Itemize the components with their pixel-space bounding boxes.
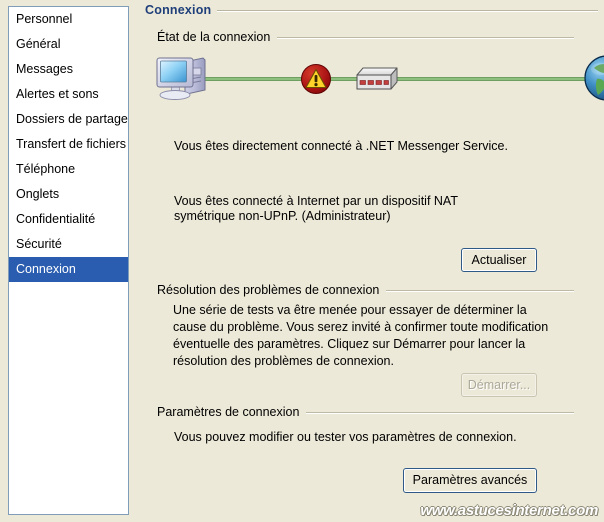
page-title-row: Connexion [145, 2, 598, 18]
sidebar-item-general[interactable]: Général [9, 32, 128, 57]
sidebar-item-onglets[interactable]: Onglets [9, 182, 128, 207]
connection-diagram [155, 48, 604, 106]
group-label-resolution-problemes: Résolution des problèmes de connexion [157, 283, 380, 297]
sidebar-item-connexion[interactable]: Connexion [9, 257, 128, 282]
group-header-resolution-problemes: Résolution des problèmes de connexion [157, 283, 574, 297]
sidebar-item-label: Alertes et sons [16, 87, 99, 101]
settings-category-list[interactable]: Personnel Général Messages Alertes et so… [8, 6, 129, 515]
group-header-parametres-connexion: Paramètres de connexion [157, 405, 574, 419]
nat-description-text: Vous êtes connecté à Internet par un dis… [174, 194, 458, 223]
link-computer-to-warning [201, 77, 305, 81]
sidebar-item-label: Dossiers de partage [16, 112, 128, 126]
globe-icon [584, 55, 604, 101]
sidebar-item-label: Connexion [16, 262, 76, 276]
sidebar-item-telephone[interactable]: Téléphone [9, 157, 128, 182]
group-label-parametres-connexion: Paramètres de connexion [157, 405, 300, 419]
troubleshooting-description-text: Une série de tests va être menée pour es… [173, 303, 549, 368]
sidebar-item-label: Personnel [16, 12, 73, 26]
connection-status-text: Vous êtes directement connecté à .NET Me… [174, 139, 508, 153]
refresh-button[interactable]: Actualiser [461, 248, 537, 272]
settings-description-text: Vous pouvez modifier ou tester vos param… [174, 430, 517, 444]
sidebar-item-label: Confidentialité [16, 212, 96, 226]
title-divider [217, 9, 598, 11]
router-icon [356, 67, 398, 90]
group-divider [306, 411, 574, 413]
sidebar-item-label: Transfert de fichiers [16, 137, 126, 151]
sidebar-item-dossiers-de-partage[interactable]: Dossiers de partage [9, 107, 128, 132]
sidebar-item-transfert-de-fichiers[interactable]: Transfert de fichiers [9, 132, 128, 157]
group-header-etat-connexion: État de la connexion [157, 30, 574, 44]
sidebar-item-label: Sécurité [16, 237, 62, 251]
sidebar-item-messages[interactable]: Messages [9, 57, 128, 82]
sidebar-item-label: Général [16, 37, 61, 51]
sidebar-item-confidentialite[interactable]: Confidentialité [9, 207, 128, 232]
warning-icon [301, 64, 331, 94]
group-divider [277, 36, 574, 38]
sidebar-item-label: Téléphone [16, 162, 76, 176]
start-button[interactable]: Démarrer... [461, 373, 537, 397]
page-title: Connexion [145, 3, 212, 17]
sidebar-item-label: Onglets [16, 187, 60, 201]
advanced-settings-button[interactable]: Paramètres avancés [403, 468, 537, 493]
sidebar-item-label: Messages [16, 62, 73, 76]
group-label-etat-connexion: État de la connexion [157, 30, 271, 44]
link-router-to-internet [393, 77, 591, 81]
group-divider [386, 289, 574, 291]
sidebar-item-alertes-et-sons[interactable]: Alertes et sons [9, 82, 128, 107]
sidebar-item-securite[interactable]: Sécurité [9, 232, 128, 257]
computer-icon [156, 57, 206, 100]
site-watermark: www.astucesinternet.com [420, 502, 598, 519]
connexion-settings-pane: Connexion État de la connexion Vous êtes… [140, 0, 604, 522]
sidebar-item-personnel[interactable]: Personnel [9, 7, 128, 32]
